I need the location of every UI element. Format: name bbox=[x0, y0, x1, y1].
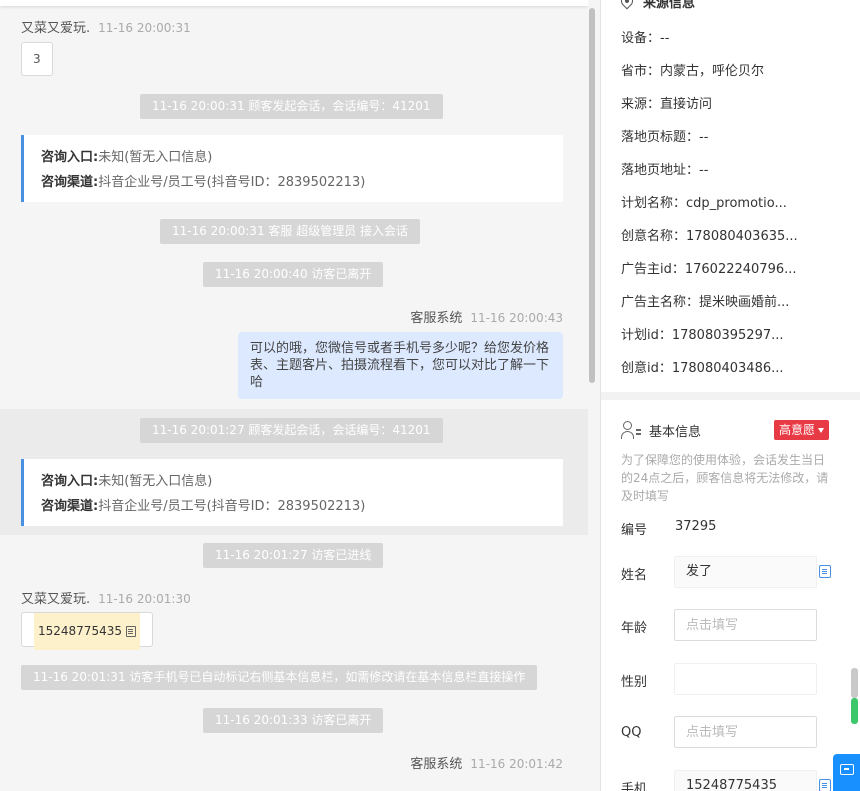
agent-message-bubble[interactable]: 可以的哦，您微信号或者手机号多少呢？给您发价格表、主题客片、拍摄流程看下，您可以… bbox=[238, 332, 563, 399]
section-divider bbox=[601, 392, 860, 400]
source-row-plan-id: 计划id：178080395297... bbox=[621, 328, 784, 343]
name-label: 姓名 bbox=[621, 568, 648, 583]
system-message-visitor-left: 11-16 20:01:33 访客已离开 bbox=[203, 708, 384, 733]
edit-deadline-notice: 为了保障您的使用体验，会话发生当日的24点之后，顾客信息将无法修改，请及时填写 bbox=[621, 453, 829, 503]
source-row-landing-title: 落地页标题：-- bbox=[621, 130, 709, 145]
agent-name: 客服系统 bbox=[410, 311, 463, 326]
visitor-name: 又菜又爱玩. bbox=[21, 592, 91, 607]
visitor-phone-bubble[interactable]: 15248775435 bbox=[21, 612, 153, 650]
source-info-title: 来源信息 bbox=[643, 0, 696, 11]
intent-level-dropdown[interactable]: 高意愿 bbox=[774, 420, 830, 440]
id-label: 编号 bbox=[621, 523, 648, 538]
visitor-name: 又菜又爱玩. bbox=[21, 21, 91, 36]
panel-scrollbar-thumb[interactable] bbox=[851, 668, 858, 698]
visitor-sender-line: 又菜又爱玩. 11-16 20:00:31 bbox=[21, 17, 191, 36]
system-message-auto-mark: 11-16 20:01:31 访客手机号已自动标记右侧基本信息栏，如需修改请在基… bbox=[21, 665, 538, 690]
gender-select[interactable] bbox=[674, 663, 817, 695]
entry-value: 未知(暂无入口信息) bbox=[98, 474, 213, 489]
entry-label: 咨询入口: bbox=[41, 474, 99, 489]
copy-phone-icon[interactable] bbox=[819, 779, 831, 791]
consult-entry-card: 咨询入口:未知(暂无入口信息) 咨询渠道:抖音企业号/员工号(抖音号ID：283… bbox=[21, 459, 563, 526]
visitor-sender-line: 又菜又爱玩. 11-16 20:01:30 bbox=[21, 588, 191, 607]
source-row-advertiser-id: 广告主id：176022240796... bbox=[621, 262, 797, 277]
phone-label: 手机 bbox=[621, 782, 648, 791]
copy-icon[interactable] bbox=[125, 626, 136, 637]
message-timestamp: 11-16 20:01:30 bbox=[98, 592, 191, 606]
channel-value: 抖音企业号/员工号(抖音号ID：2839502213) bbox=[98, 175, 366, 190]
chat-pane: 又菜又爱玩. 11-16 20:00:31 3 11-16 20:00:31 顾客… bbox=[0, 0, 588, 791]
system-message-visitor-entered: 11-16 20:01:27 访客已进线 bbox=[203, 543, 384, 568]
source-row-creative-name: 创意名称：178080403635... bbox=[621, 229, 798, 244]
source-row-advertiser-name: 广告主名称：提米映画婚前... bbox=[621, 295, 790, 310]
chat-bubble-icon bbox=[840, 764, 854, 775]
chat-scrollbar-thumb[interactable] bbox=[589, 8, 595, 383]
channel-label: 咨询渠道: bbox=[41, 175, 99, 190]
intent-level-label: 高意愿 bbox=[779, 423, 816, 437]
consult-channel-row: 咨询渠道:抖音企业号/员工号(抖音号ID：2839502213) bbox=[41, 170, 563, 195]
qq-input[interactable] bbox=[674, 716, 817, 748]
customer-info-panel: 来源信息 设备：-- 省市：内蒙古，呼伦贝尔 来源：直接访问 落地页标题：-- … bbox=[600, 0, 860, 791]
user-info-icon bbox=[621, 420, 641, 440]
system-message-session-start: 11-16 20:01:27 顾客发起会话，会话编号：41201 bbox=[140, 418, 443, 443]
copy-name-icon[interactable] bbox=[819, 565, 831, 578]
gender-label: 性别 bbox=[621, 675, 648, 690]
panel-scroll-indicator[interactable] bbox=[851, 698, 858, 724]
source-row-landing-url: 落地页地址：-- bbox=[621, 163, 709, 178]
message-timestamp: 11-16 20:00:43 bbox=[470, 311, 563, 325]
source-row-source: 来源：直接访问 bbox=[621, 97, 713, 112]
qq-label: QQ bbox=[621, 725, 642, 740]
consult-entry-row: 咨询入口:未知(暂无入口信息) bbox=[41, 145, 563, 170]
source-row-plan-name: 计划名称：cdp_promotio... bbox=[621, 196, 787, 211]
consult-entry-row: 咨询入口:未知(暂无入口信息) bbox=[41, 469, 563, 494]
name-field[interactable]: 发了 bbox=[674, 556, 817, 588]
source-row-creative-id: 创意id：178080403486... bbox=[621, 361, 784, 376]
chat-top-bar bbox=[0, 0, 588, 6]
agent-sender-line: 客服系统 11-16 20:00:43 bbox=[410, 307, 563, 326]
phone-number-text: 15248775435 bbox=[38, 624, 122, 638]
system-message-agent-join: 11-16 20:00:31 客服 超级管理员 接入会话 bbox=[160, 219, 421, 244]
channel-label: 咨询渠道: bbox=[41, 499, 99, 514]
entry-value: 未知(暂无入口信息) bbox=[98, 150, 213, 165]
message-timestamp: 11-16 20:01:42 bbox=[470, 757, 563, 771]
system-message-session-start: 11-16 20:00:31 顾客发起会话，会话编号：41201 bbox=[140, 94, 443, 119]
basic-info-title: 基本信息 bbox=[649, 424, 702, 440]
agent-sender-line: 客服系统 11-16 20:01:42 bbox=[410, 753, 563, 772]
phone-field[interactable]: 15248775435 bbox=[674, 770, 817, 791]
age-input[interactable] bbox=[674, 609, 817, 641]
source-row-region: 省市：内蒙古，呼伦贝尔 bbox=[621, 64, 765, 79]
system-message-visitor-left: 11-16 20:00:40 访客已离开 bbox=[203, 262, 384, 287]
message-timestamp: 11-16 20:00:31 bbox=[98, 21, 191, 35]
age-label: 年龄 bbox=[621, 621, 648, 636]
channel-value: 抖音企业号/员工号(抖音号ID：2839502213) bbox=[98, 499, 366, 514]
visitor-message-bubble[interactable]: 3 bbox=[21, 42, 53, 76]
consult-entry-card: 咨询入口:未知(暂无入口信息) 咨询渠道:抖音企业号/员工号(抖音号ID：283… bbox=[21, 135, 563, 202]
id-value: 37295 bbox=[675, 519, 717, 534]
phone-number-chip[interactable]: 15248775435 bbox=[34, 613, 140, 650]
location-pin-icon bbox=[618, 0, 636, 10]
consult-channel-row: 咨询渠道:抖音企业号/员工号(抖音号ID：2839502213) bbox=[41, 494, 563, 519]
source-row-device: 设备：-- bbox=[621, 31, 670, 46]
agent-name: 客服系统 bbox=[410, 757, 463, 772]
floating-chat-button[interactable] bbox=[833, 754, 860, 791]
caret-down-icon bbox=[818, 428, 825, 433]
source-info-header: 来源信息 bbox=[618, 0, 696, 11]
entry-label: 咨询入口: bbox=[41, 150, 99, 165]
